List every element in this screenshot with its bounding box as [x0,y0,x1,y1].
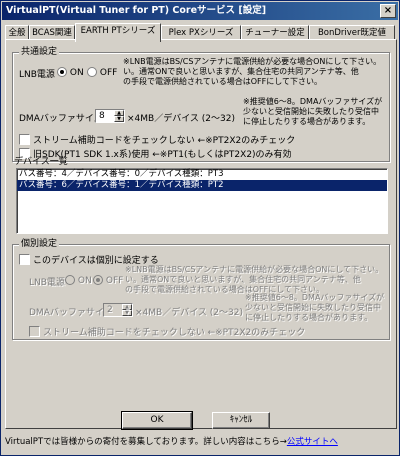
lnb-off-radio[interactable]: OFF [87,67,117,78]
title-bar: VirtualPT(Virtual Tuner for PT) Coreサービス… [2,2,398,20]
spin-down-icon[interactable]: ▼ [114,116,124,122]
individual-dma-spinner[interactable]: 2 ▲ ▼ [103,303,133,317]
radio-selected-icon [93,275,103,285]
device-list-item[interactable]: バス番号：4／デバイス番号：0／デバイス種類：PT3 [17,169,387,180]
checkbox-icon [19,254,30,265]
radio-selected-icon [57,67,67,77]
individual-stream-check-checkbox[interactable]: ストリーム補助コードをチェックしない ←※PT2X2のみチェック [29,325,305,338]
window-title: VirtualPT(Virtual Tuner for PT) Coreサービス… [6,5,267,16]
cancel-button[interactable]: ｷｬﾝｾﾙ [212,412,270,429]
stream-check-checkbox[interactable]: ストリーム補助コードをチェックしない ←※PT2X2のみチェック [19,133,295,146]
checkbox-icon [19,134,30,145]
ok-button[interactable]: OK [121,411,193,430]
lnb-on-radio[interactable]: ON [57,67,84,78]
radio-icon [65,275,75,285]
device-list[interactable]: バス番号：4／デバイス番号：0／デバイス種類：PT3 バス番号：6／デバイス番号… [16,168,388,234]
spin-down-icon[interactable]: ▼ [122,310,132,316]
lnb-label: LNB電源 [19,70,55,80]
dma-suffix: ×4MB／デバイス (2～32) [127,114,235,124]
lnb-note: ※LNB電源はBS/CSアンテナに電源供給が必要な場合ONにして下さい。 い。通… [123,57,382,86]
device-list-item[interactable]: バス番号：6／デバイス番号：1／デバイス種類：PT2 [17,180,387,191]
dma-note: ※推奨値6～8。DMAバッファサイズが 少ないと受信開始に失敗したり受信中 に停… [243,97,383,126]
footer-bar: VirtualPTでは皆様からの寄付を募集しております。詳しい内容はこちら→公式… [5,435,397,449]
close-icon[interactable]: × [380,4,396,18]
individual-settings-group: 個別設定 このデバイスは個別に設定する LNB電源 ON OFF ※LNB電源は… [12,238,390,340]
individual-lnb-on-radio[interactable]: ON [65,275,92,286]
footer-text: VirtualPTでは皆様からの寄付を募集しております。詳しい内容はこちら→ [5,437,287,447]
individual-lnb-off-radio[interactable]: OFF [93,275,123,286]
individual-lnb-label: LNB電源 [29,278,65,288]
individual-dma-note: ※推奨値6～8。DMAバッファサイズが 少ないと受信開始に失敗したり受信中 に停… [245,293,385,322]
device-list-label: デバイス一覧 [14,157,68,167]
individual-dma-label: DMAバッファサイズ [29,308,113,318]
radio-icon [87,67,97,77]
individual-settings-label: 個別設定 [19,238,60,250]
official-site-link[interactable]: 公式サイトへ [287,437,338,447]
dma-label: DMAバッファサイズ [19,114,103,124]
individual-lnb-note: ※LNB電源はBS/CSアンテナに電源供給が必要な場合ONにして下さい。 い。通… [125,265,384,294]
tab-earth-pt[interactable]: EARTH PTシリーズ [75,23,161,42]
common-settings-label: 共通設定 [19,46,60,58]
dma-buffer-spinner[interactable]: 8 ▲ ▼ [95,109,125,123]
individual-dma-suffix: ×4MB／デバイス (2～32) [135,308,243,318]
checkbox-icon [29,326,40,337]
settings-window: VirtualPT(Virtual Tuner for PT) Coreサービス… [0,0,400,456]
common-settings-group: 共通設定 LNB電源 ON OFF ※LNB電源はBS/CSアンテナに電源供給が… [12,46,390,162]
tab-panel-earth-pt: 共通設定 LNB電源 ON OFF ※LNB電源はBS/CSアンテナに電源供給が… [5,39,397,430]
